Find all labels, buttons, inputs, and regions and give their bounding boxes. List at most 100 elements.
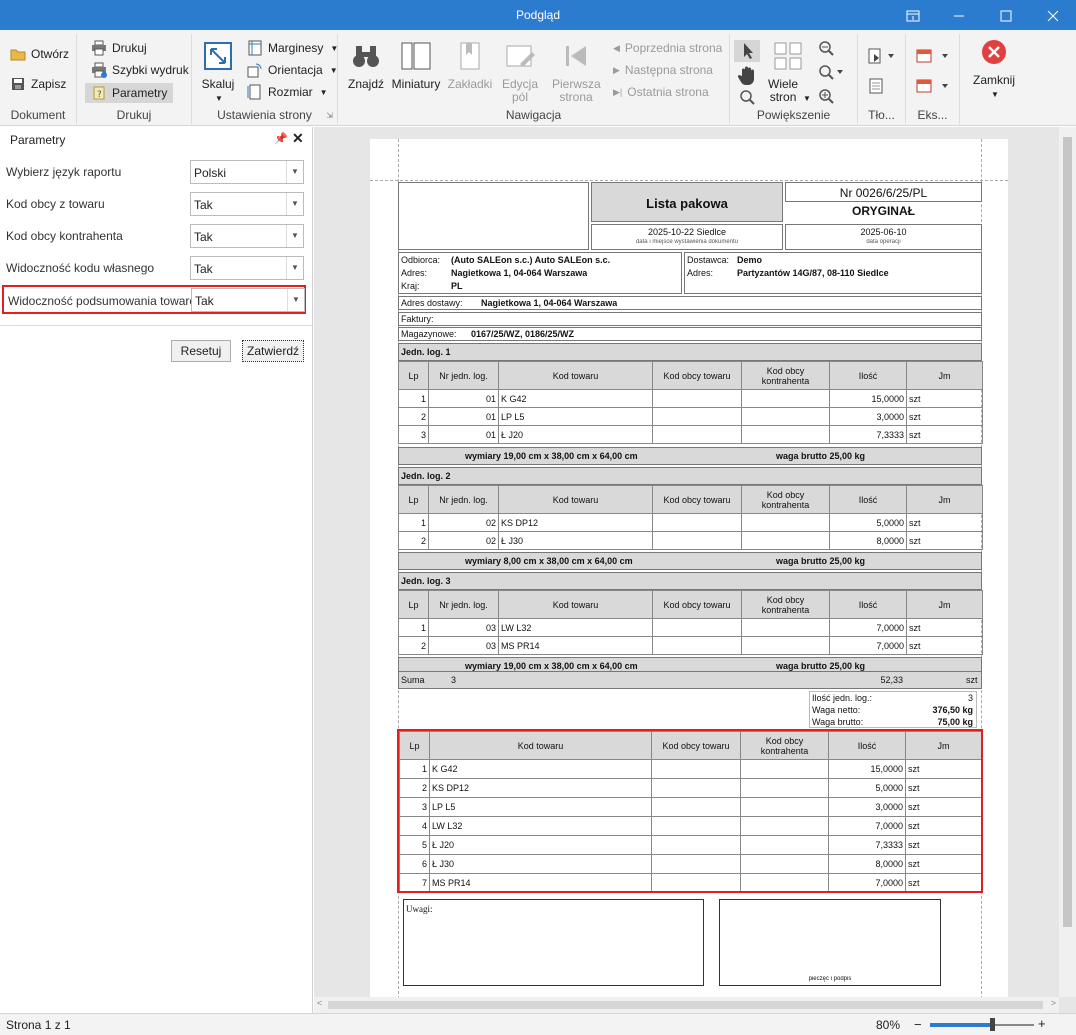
- delivery-address-label: Adres dostawy:: [401, 298, 463, 308]
- pointer-tool-icon[interactable]: [734, 40, 760, 62]
- maximize-button[interactable]: [983, 0, 1029, 30]
- chevron-down-icon[interactable]: ▼: [286, 193, 303, 215]
- hand-tool-icon[interactable]: [736, 64, 758, 86]
- thumbnails-button[interactable]: Miniatury: [390, 40, 442, 91]
- open-label: Otwórz: [31, 47, 70, 61]
- quick-print-button[interactable]: Szybki wydruk: [91, 60, 189, 80]
- cell-nr: 01: [428, 407, 499, 426]
- stamp-label: pieczęć i podpis: [808, 976, 852, 982]
- parameters-panel-title: Parametry: [10, 133, 66, 147]
- total-units-value: 3: [967, 693, 973, 703]
- zoom-slider-thumb[interactable]: [990, 1018, 996, 1031]
- products-summary-select[interactable]: Tak ▼: [191, 288, 305, 312]
- cell-empty: [652, 425, 742, 444]
- param-row-products-summary: Widoczność podsumowania towarów Tak ▼: [2, 285, 306, 314]
- dialog-launcher-icon[interactable]: ⇲: [326, 111, 333, 120]
- unit-dimensions: wymiary 19,00 cm x 38,00 cm x 64,00 cm: [465, 661, 638, 671]
- many-pages-button[interactable]: Wiele stron ▼: [762, 40, 814, 105]
- col-header: Lp: [398, 485, 429, 514]
- cell-ilosc: 15,0000: [829, 389, 907, 408]
- close-window-button[interactable]: [1030, 0, 1076, 30]
- zoom-dropdown-icon[interactable]: [818, 64, 844, 83]
- cell-jm: szt: [906, 513, 983, 532]
- zoom-region-icon[interactable]: [738, 88, 756, 106]
- export-icon[interactable]: [916, 48, 950, 67]
- chevron-down-icon[interactable]: ▼: [286, 257, 303, 279]
- warehouse-docs: 0167/25/WZ, 0186/25/WZ: [471, 329, 575, 339]
- own-code-select[interactable]: Tak ▼: [190, 256, 304, 280]
- minimize-button[interactable]: [936, 0, 982, 30]
- language-select[interactable]: Polski ▼: [190, 160, 304, 184]
- supplier-box: Dostawca: Demo Adres: Partyzantów 14G/87…: [684, 252, 982, 294]
- operation-date: 2025-06-10: [860, 227, 907, 237]
- bookmarks-button[interactable]: Zakładki: [444, 40, 496, 91]
- close-panel-icon[interactable]: ✕: [292, 130, 304, 147]
- horizontal-scrollbar[interactable]: < >: [314, 997, 1059, 1013]
- size-button[interactable]: Rozmiar ▼: [247, 82, 328, 102]
- chevron-down-icon[interactable]: ▼: [286, 225, 303, 247]
- previous-page-button[interactable]: ◀ Poprzednia strona: [613, 38, 722, 58]
- supplier-label: Dostawca:: [687, 255, 730, 265]
- scale-button[interactable]: Skaluj ▼: [192, 40, 244, 105]
- first-page-button[interactable]: Pierwsza strona: [550, 40, 602, 104]
- group-label-tlo: Tło...: [868, 108, 895, 122]
- margins-icon: [247, 40, 263, 56]
- notes-box: Uwagi:: [403, 899, 704, 986]
- zoom-out-minus-icon[interactable]: −: [914, 1017, 922, 1032]
- supplier-address: Partyzantów 14G/87, 08-110 Siedlce: [737, 268, 889, 278]
- zoom-in-icon[interactable]: [818, 88, 834, 107]
- cell-ilosc: 8,0000: [829, 531, 907, 550]
- confirm-button[interactable]: Zatwierdź: [242, 340, 304, 362]
- next-page-button[interactable]: ▶ Następna strona: [613, 60, 713, 80]
- print-button[interactable]: Drukuj: [91, 38, 147, 58]
- find-button[interactable]: Znajdź: [340, 40, 392, 91]
- param-label: Wybierz język raportu: [6, 165, 122, 179]
- unit-table: Lp Nr jedn. log. Kod towaru Kod obcy towaru…: [398, 590, 983, 655]
- watermark-icon[interactable]: [868, 78, 884, 97]
- cell-empty: [741, 389, 830, 408]
- send-email-icon[interactable]: [916, 78, 950, 97]
- page-color-icon[interactable]: [868, 48, 896, 67]
- margins-label: Marginesy: [268, 41, 324, 55]
- last-page-label: Ostatnia strona: [627, 85, 709, 99]
- chevron-down-icon[interactable]: ▼: [286, 161, 303, 183]
- orientation-button[interactable]: Orientacja ▼: [247, 60, 338, 80]
- last-page-button[interactable]: ▶| Ostatnia strona: [613, 82, 709, 102]
- vertical-scrollbar[interactable]: [1059, 127, 1076, 997]
- zoom-slider[interactable]: [930, 1018, 1034, 1031]
- foreign-code-product-select[interactable]: Tak ▼: [190, 192, 304, 216]
- scroll-right-icon[interactable]: >: [1051, 998, 1056, 1008]
- group-drukuj: Drukuj Szybki wydruk ? Parametry Drukuj: [77, 34, 192, 124]
- cell-kod: K G42: [498, 389, 653, 408]
- find-label: Znajdź: [347, 77, 385, 91]
- col-header: Kod obcy kontrahenta: [741, 361, 830, 390]
- col-header: Nr jedn. log.: [428, 590, 499, 619]
- parameters-button[interactable]: ? Parametry: [85, 83, 174, 103]
- edit-fields-button[interactable]: Edycja pól: [494, 40, 546, 104]
- preview-area[interactable]: Lista pakowa Nr 0026/6/25/PL ORYGINAŁ 20…: [314, 127, 1076, 1013]
- reset-button[interactable]: Resetuj: [171, 340, 231, 362]
- cell-empty: [652, 618, 742, 637]
- close-preview-button[interactable]: Zamknij ▼: [968, 36, 1020, 101]
- scroll-left-icon[interactable]: <: [317, 998, 322, 1008]
- gross-weight-value: 75,00 kg: [937, 717, 973, 727]
- zoom-in-plus-icon[interactable]: +: [1038, 1016, 1046, 1031]
- open-button[interactable]: Otwórz: [10, 44, 69, 64]
- scroll-thumb[interactable]: [328, 1001, 1043, 1009]
- group-label-powiekszenie: Powiększenie: [756, 108, 831, 122]
- save-button[interactable]: Zapisz: [10, 74, 66, 94]
- panel-divider: [0, 325, 313, 326]
- ribbon: Otwórz Zapisz Dokument Drukuj Szybki wyd…: [0, 30, 1076, 126]
- margins-button[interactable]: Marginesy ▼: [247, 38, 338, 58]
- pin-icon[interactable]: 📌: [274, 132, 288, 145]
- issue-date-caption: data i miejsce wystawienia dokumentu: [635, 239, 739, 245]
- scroll-thumb[interactable]: [1063, 137, 1072, 927]
- chevron-down-icon[interactable]: ▼: [287, 289, 304, 311]
- restore-layout-icon[interactable]: [890, 0, 936, 30]
- country: PL: [451, 281, 463, 291]
- foreign-code-contractor-select[interactable]: Tak ▼: [190, 224, 304, 248]
- report-title: Lista pakowa: [646, 196, 728, 211]
- zoom-out-icon[interactable]: [818, 40, 834, 59]
- warehouse-docs-label: Magazynowe:: [401, 329, 457, 339]
- recipient-box: Odbiorca: (Auto SALEon s.c.) Auto SALEon…: [398, 252, 682, 294]
